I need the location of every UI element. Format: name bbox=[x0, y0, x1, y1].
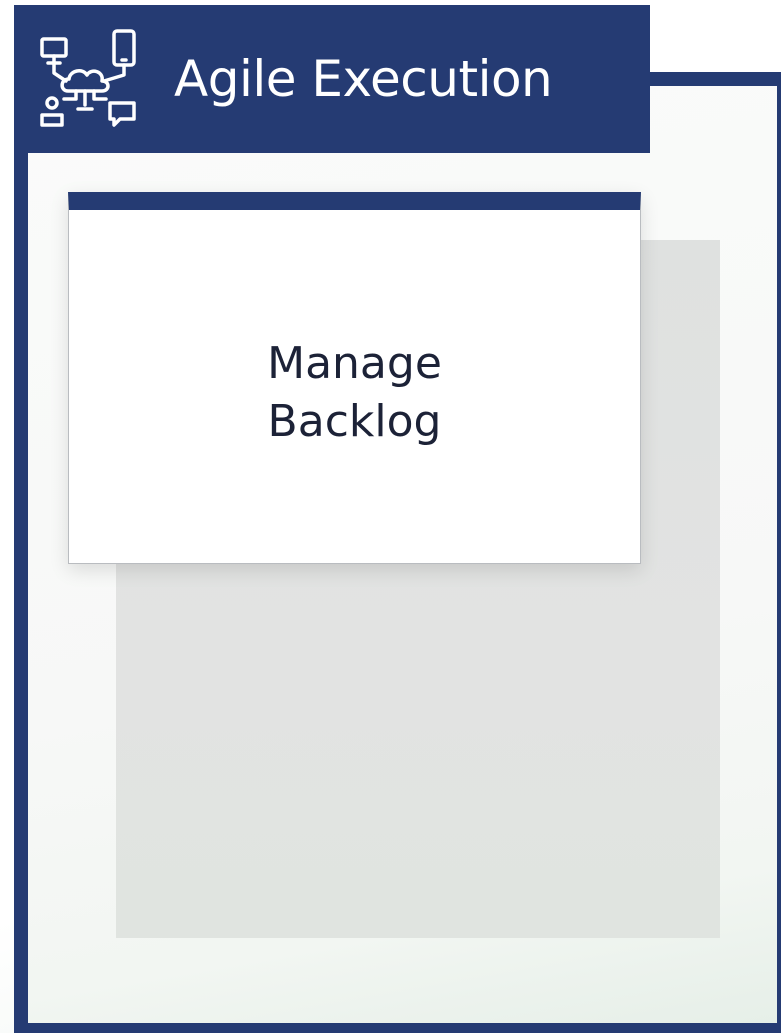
card-label-line-2: Backlog bbox=[267, 396, 442, 447]
manage-backlog-card[interactable]: Manage Backlog bbox=[68, 192, 641, 564]
header-title: Agile Execution bbox=[174, 50, 553, 108]
diagram-canvas: Agile Execution Manage Backlog bbox=[0, 0, 781, 1033]
card-label: Manage Backlog bbox=[69, 335, 640, 451]
network-cloud-devices-icon bbox=[40, 29, 136, 127]
frame-right-border bbox=[777, 72, 781, 1033]
card-label-line-1: Manage bbox=[267, 338, 442, 389]
header-tab: Agile Execution bbox=[14, 5, 650, 153]
